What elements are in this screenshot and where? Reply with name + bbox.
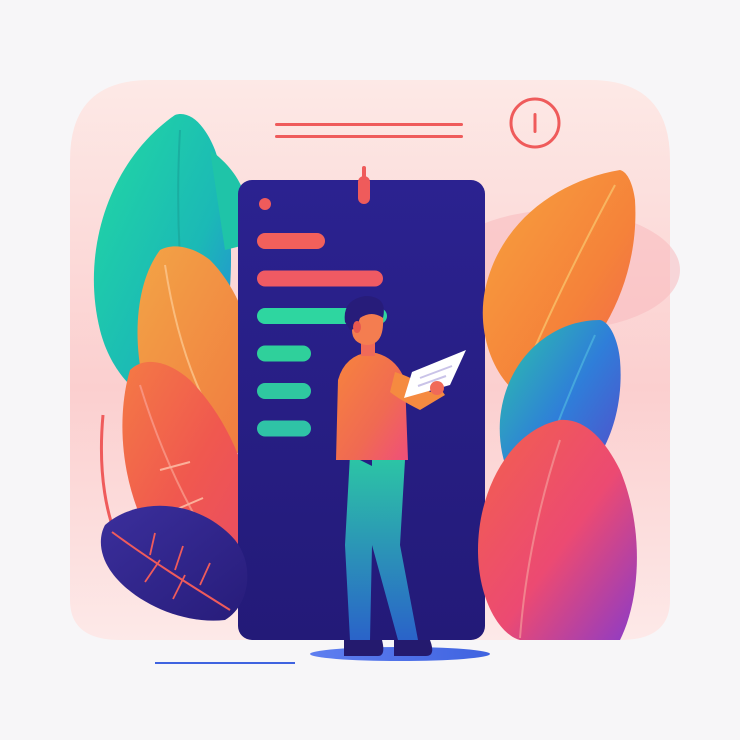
floor-line <box>155 662 295 664</box>
illustration-scene <box>0 0 740 740</box>
phone-list-bar <box>257 383 311 399</box>
person-shoe-right <box>394 640 433 656</box>
phone-camera-dot <box>259 198 271 210</box>
person-shoe-left <box>344 640 384 656</box>
illustration-canvas <box>70 80 680 664</box>
phone-list-bar <box>257 420 311 437</box>
person-shirt <box>336 352 408 460</box>
phone-list-bar <box>257 233 325 249</box>
phone-list-bar <box>257 270 383 287</box>
phone-list-bar <box>257 345 311 362</box>
